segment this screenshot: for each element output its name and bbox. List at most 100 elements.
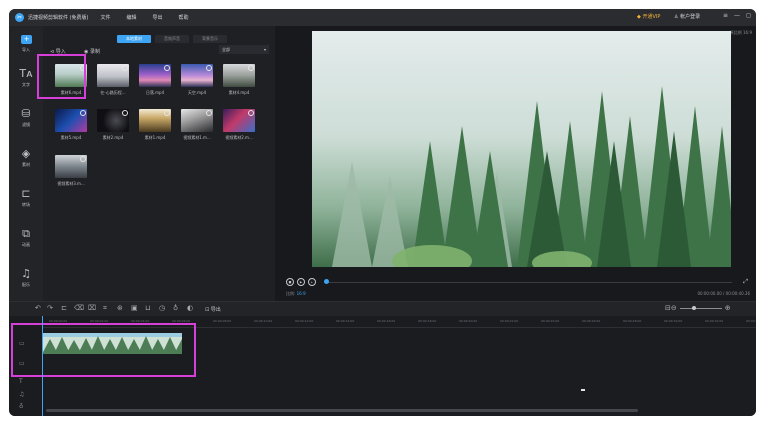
sort-value: 全部 (222, 47, 230, 52)
select-circle-icon[interactable] (80, 156, 86, 162)
zoom-in-icon[interactable]: ⊕ (725, 304, 731, 312)
media-thumbnail (97, 64, 129, 87)
maximize-icon[interactable]: ◻ (746, 12, 751, 19)
media-item[interactable]: 素材4.mp4 (223, 64, 255, 96)
chevron-down-icon: ▾ (263, 47, 266, 52)
split-icon[interactable]: ⊏ (61, 304, 67, 312)
media-caption: 素材2.mp4 (102, 135, 124, 140)
preview-ratio-label: 原比例 16:9 (729, 30, 752, 35)
tab-background-music[interactable]: 背景音乐 (193, 35, 227, 43)
media-item[interactable]: 视频素材2.m... (223, 109, 255, 141)
ruler-tick-label: 00:00:22.00 (500, 319, 519, 323)
sidebar-item-label: 素材 (22, 162, 30, 167)
select-circle-icon[interactable] (122, 110, 128, 116)
media-thumbnail (223, 109, 255, 132)
media-thumbnail (55, 109, 87, 132)
zoom-slider-handle[interactable] (691, 305, 696, 310)
media-item[interactable]: 在-心路历程... (97, 64, 129, 96)
delete-icon[interactable]: ⌫ (74, 304, 84, 312)
color-icon[interactable]: ◐ (187, 304, 193, 312)
ruler-tick-label: 00:00:20.00 (459, 319, 478, 323)
menu-icon[interactable]: ≡ (723, 12, 728, 19)
select-circle-icon[interactable] (164, 65, 170, 71)
aspect-ratio[interactable]: 比例: 16:9 (286, 291, 306, 297)
redo-icon[interactable]: ↷ (47, 304, 53, 312)
preview-progress-bar[interactable] (324, 282, 732, 283)
preview-progress-handle[interactable] (324, 279, 329, 284)
ruler-tick-label: 00:00:30.00 (664, 319, 683, 323)
select-circle-icon[interactable] (164, 110, 170, 116)
select-circle-icon[interactable] (206, 110, 212, 116)
zoom-out-icon[interactable]: ⊖ (671, 304, 677, 312)
undo-icon[interactable]: ↶ (35, 304, 41, 312)
timeline-playhead[interactable] (42, 316, 43, 416)
speed-icon[interactable]: ⊛ (117, 304, 123, 312)
menu-help[interactable]: 帮助 (179, 14, 189, 21)
aspect-label: 比例: (286, 291, 296, 296)
ruler-tick-label: 00:00:26.00 (582, 319, 601, 323)
menu-bar: 文件 编辑 导出 帮助 (101, 14, 205, 21)
media-caption: 视频素材3.m... (57, 181, 85, 186)
select-circle-icon[interactable] (122, 65, 128, 71)
media-caption: 素材1.mp4 (144, 135, 166, 140)
mic-icon[interactable]: ♁ (173, 304, 178, 312)
ruler-tick-label: 00:00:10.00 (254, 319, 273, 323)
trash-icon[interactable]: ⌧ (88, 304, 96, 312)
media-caption: 天空.mp4 (187, 90, 207, 95)
media-caption: 视频素材2.m... (225, 135, 253, 140)
mosaic-icon[interactable]: ⊔ (145, 304, 150, 312)
sort-dropdown[interactable]: 全部 ▾ (219, 45, 269, 54)
vip-button[interactable]: ◆ 开通VIP (637, 13, 661, 21)
sidebar-item-animation[interactable]: ⧉ 动画 (9, 228, 43, 248)
sidebar-item-filter[interactable]: ⛁ 滤镜 (9, 108, 43, 128)
media-item[interactable]: 视频素材3.m... (55, 155, 87, 187)
text-track-icon: T (19, 378, 23, 385)
fullscreen-icon[interactable]: ⤢ (743, 278, 748, 286)
media-thumbnail (223, 64, 255, 87)
media-item[interactable]: 素材5.mp4 (55, 109, 87, 141)
crop-icon[interactable]: ⌗ (103, 304, 107, 313)
media-item[interactable]: 天空.mp4 (181, 64, 213, 96)
timeline-scrollbar[interactable] (46, 409, 638, 412)
select-circle-icon[interactable] (248, 110, 254, 116)
media-item[interactable]: 日落.mp4 (139, 64, 171, 96)
sidebar-item-import[interactable]: + 导入 (9, 28, 43, 53)
select-circle-icon[interactable] (206, 65, 212, 71)
media-caption: 视频素材1.m... (183, 135, 211, 140)
zoom-slider[interactable] (679, 305, 722, 310)
media-thumbnail (181, 109, 213, 132)
music-track-icon: ♫ (19, 391, 25, 398)
media-caption: 在-心路历程... (100, 90, 126, 95)
vip-label: 开通VIP (642, 14, 661, 20)
diamond-icon: ◆ (637, 13, 641, 20)
menu-file[interactable]: 文件 (101, 14, 111, 21)
account-label: 帐户登录 (680, 14, 701, 20)
menu-export[interactable]: 导出 (153, 14, 163, 21)
mouse-cursor (581, 389, 585, 391)
library-tabs: 本地素材 音效声音 背景音乐 (117, 35, 231, 43)
record-button[interactable]: ◉ 录制 (84, 48, 100, 55)
step-forward-icon[interactable]: ▸ (308, 278, 316, 286)
play-icon[interactable]: ▶ (297, 278, 305, 286)
user-icon: ♙ (674, 14, 679, 20)
menu-edit[interactable]: 编辑 (127, 14, 137, 21)
select-circle-icon[interactable] (80, 110, 86, 116)
sidebar-item-material[interactable]: ◈ 素材 (9, 148, 43, 168)
media-item[interactable]: 素材2.mp4 (97, 109, 129, 141)
media-item[interactable]: 素材1.mp4 (139, 109, 171, 141)
music-icon: ♫ (21, 267, 31, 280)
media-item[interactable]: 视频素材1.m... (181, 109, 213, 141)
select-circle-icon[interactable] (248, 65, 254, 71)
freeze-icon[interactable]: ▣ (131, 304, 138, 312)
sidebar-item-transition[interactable]: ⊏ 转场 (9, 188, 43, 208)
tab-local-media[interactable]: 本地素材 (117, 35, 151, 43)
preview-timecode: 00:00:00.00 / 00:00:40.36 (697, 291, 750, 296)
stop-icon[interactable]: ■ (286, 278, 294, 286)
sidebar-item-label: 滤镜 (22, 122, 30, 127)
export-button[interactable]: ⊡ 导出 (205, 306, 221, 313)
minimize-icon[interactable]: — (734, 12, 740, 19)
timer-icon[interactable]: ◷ (159, 304, 165, 312)
account-button[interactable]: ♙ 帐户登录 (674, 13, 700, 20)
tab-sound-effects[interactable]: 音效声音 (155, 35, 189, 43)
sidebar-item-music[interactable]: ♫ 配乐 (9, 268, 43, 288)
